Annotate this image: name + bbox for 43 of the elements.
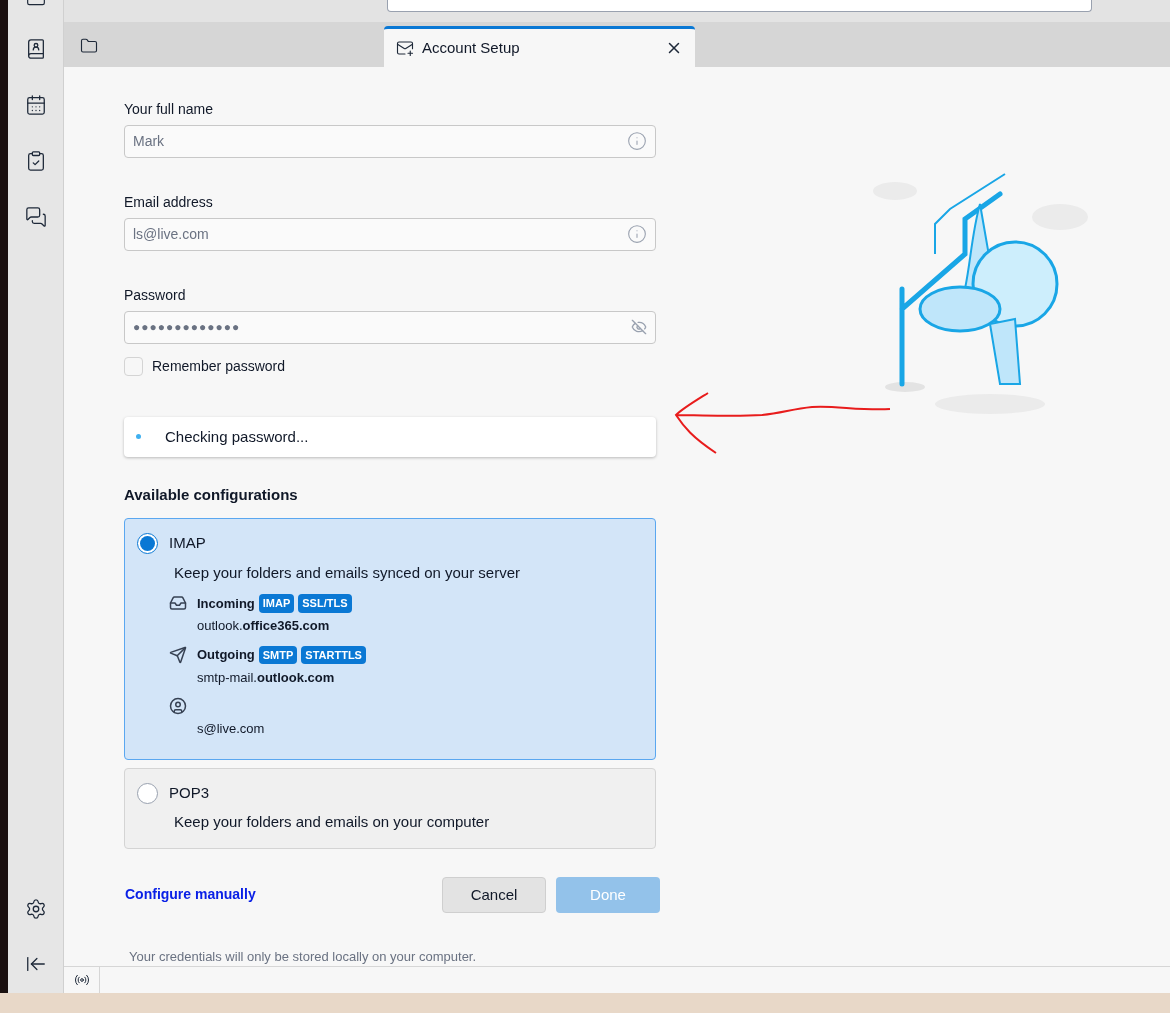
configuration-option[interactable]: IMAP Keep your folders and emails synced on your server Incoming IMAP SSL/TLS outlook.office365.com Outgoing SMTP STARTTLS smtp-mail.outlook.com s@live.com [124,518,656,760]
server-host: s@live.com [197,720,265,739]
server-label: Outgoing [197,646,255,665]
server-label: Incoming [197,594,255,613]
option-title: POP3 [169,782,210,803]
section-heading: Available configurations [124,484,299,505]
input-field[interactable]: Mark [124,124,656,158]
protocol-tag: SSL/TLS [298,594,352,613]
field-label: Password [124,285,187,305]
calendar-icon[interactable] [24,94,47,116]
protocol-tag: IMAP [258,594,295,613]
chat-icon[interactable] [24,206,47,228]
status-text: Checking password... [165,426,309,447]
cancel-button[interactable]: Cancel [442,876,546,913]
field-label: Your full name [124,99,214,119]
search-field[interactable] [387,0,1092,12]
protocol-tag: SMTP [258,645,298,665]
tab-title: Account Setup [422,37,520,58]
remember-password-checkbox[interactable] [124,356,143,376]
inbox-icon [169,594,187,613]
password-field[interactable]: ●●●●●●●●●●●●● [124,310,656,344]
configure-manually-link[interactable]: Configure manually [125,884,256,906]
new-mail-icon [396,38,414,57]
server-host: outlook.office365.com [197,617,331,636]
option-description: Keep your folders and emails on your computer [174,812,491,833]
option-title: IMAP [169,533,206,554]
info-icon [627,224,647,245]
footer-note: Your credentials will only be stored locally on your computer. [129,947,478,966]
user-icon [169,697,187,716]
option-description: Keep your folders and emails synced on your server [174,562,521,583]
server-host: smtp-mail.outlook.com [197,668,336,687]
account-setup-tab[interactable]: Account Setup [384,25,695,67]
checkbox-label: Remember password [152,356,286,376]
input-field[interactable]: ls@live.com [124,217,656,251]
folder-icon[interactable] [80,36,98,55]
protocol-tag: STARTTLS [301,645,366,665]
radio-button[interactable] [137,533,158,555]
settings-icon[interactable] [24,898,47,920]
configuration-option[interactable]: POP3 Keep your folders and emails on your computer [124,767,656,849]
field-label: Email address [124,192,214,212]
info-icon [627,131,647,152]
radio-button[interactable] [137,782,158,804]
send-icon [169,645,187,664]
